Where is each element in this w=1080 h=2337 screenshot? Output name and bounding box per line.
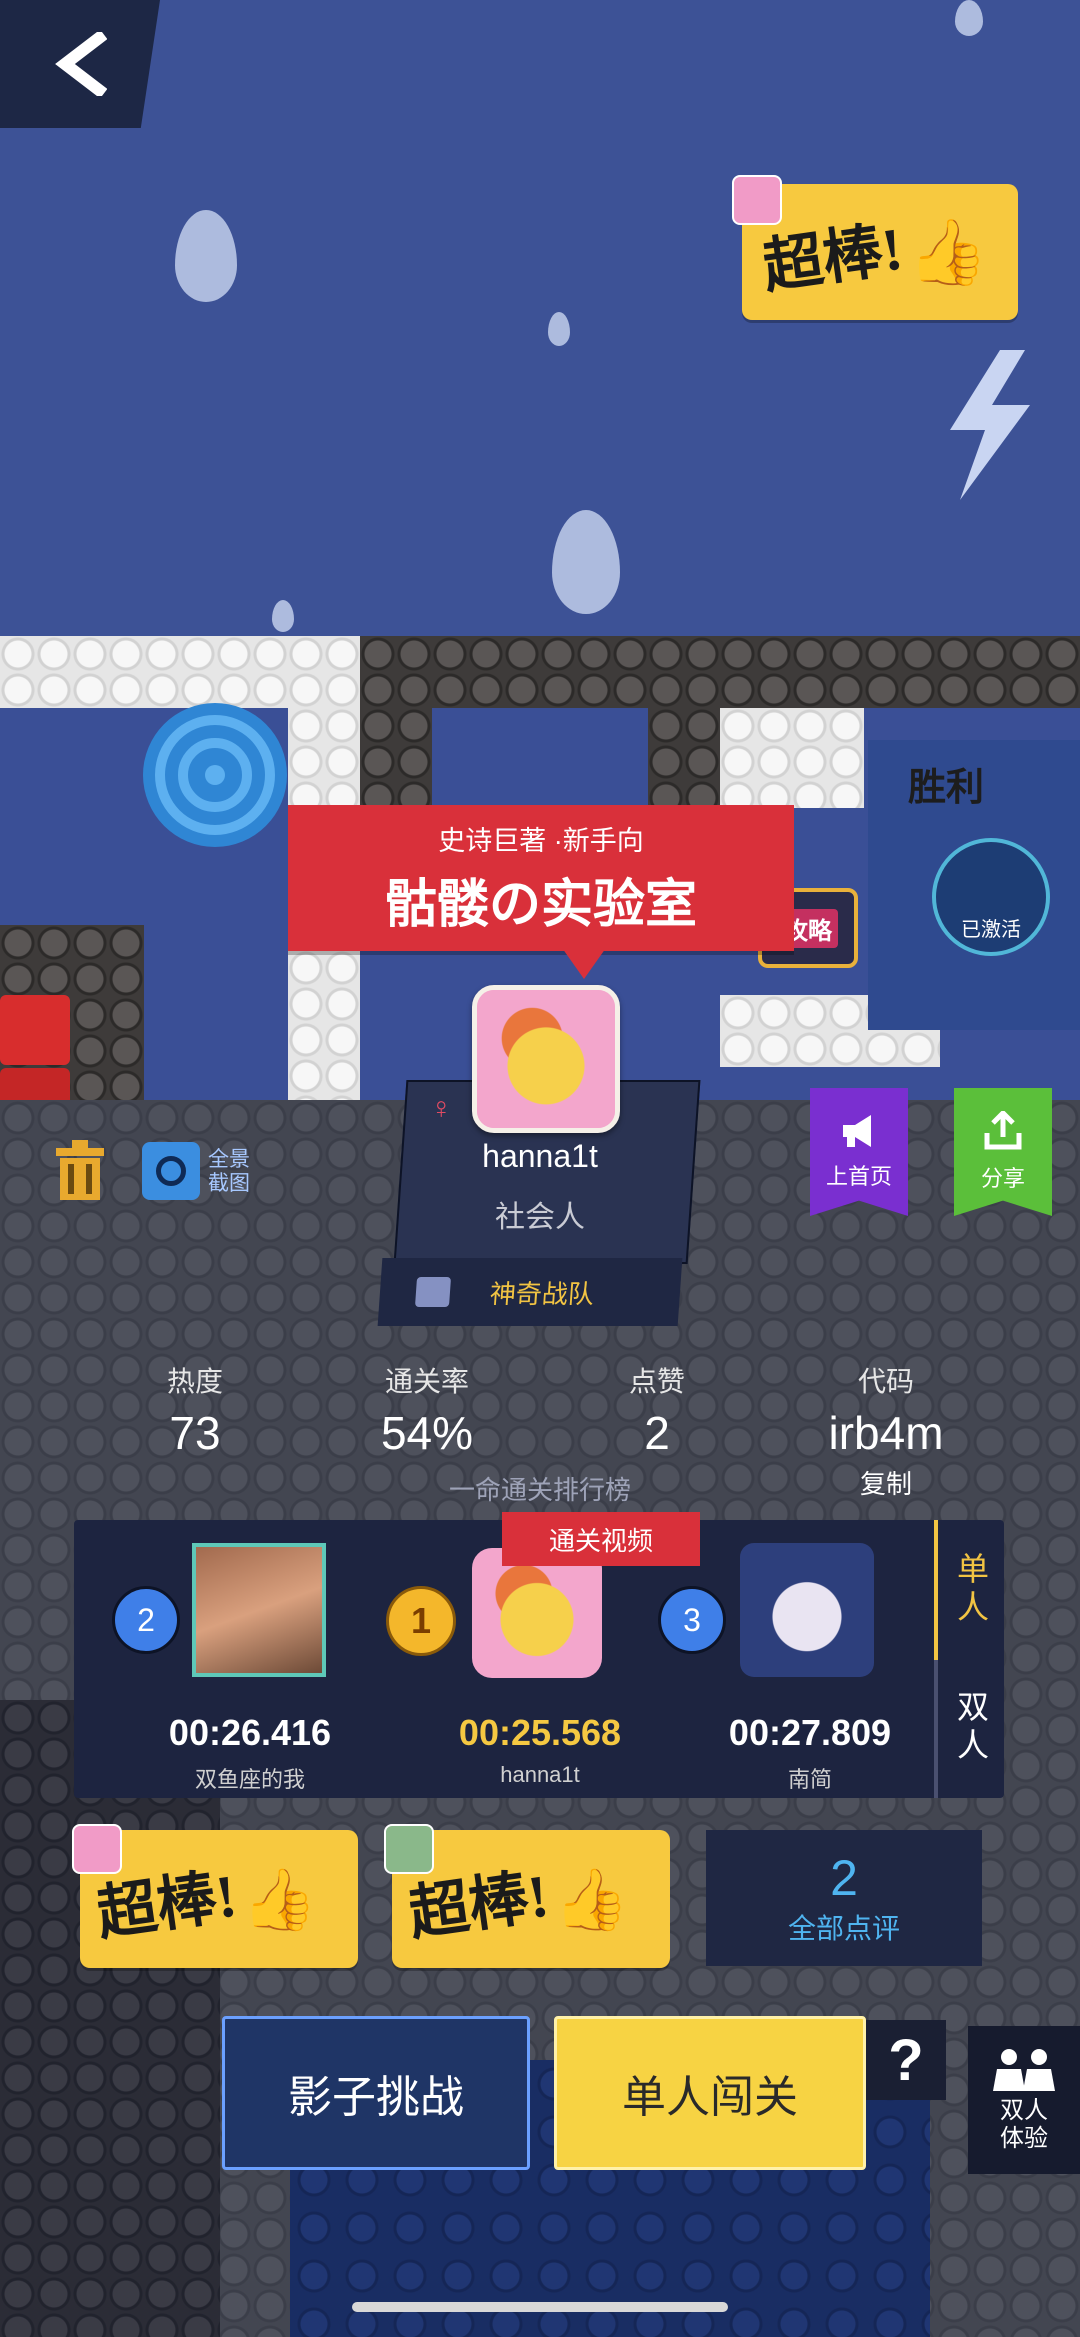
share-label: 分享 [980,1166,1025,1191]
gender-female-icon: ♀ [430,1092,453,1125]
brick-wall [648,708,720,808]
stat-value: irb4m [828,1407,944,1459]
level-subtitle: 史诗巨著 ·新手向 [438,826,644,856]
level-banner: 史诗巨著 ·新手向 骷髅の实验室 [288,805,794,951]
duo-try-label: 双人 体验 [1000,2097,1048,2152]
clear-video-button[interactable]: 通关视频 [502,1512,700,1566]
activated-label: 已激活 [961,919,1021,941]
brick-wall [288,708,360,808]
player-name[interactable]: 双鱼座的我 [140,1762,360,1794]
share-icon [984,1111,1022,1150]
brick-wall [360,708,432,808]
feature-homepage-button[interactable]: 上首页 [810,1088,908,1216]
stat-value: 2 [644,1407,670,1459]
level-title: 骷髅の实验室 [384,876,697,934]
shadow-challenge-button[interactable]: 影子挑战 [222,2016,530,2170]
duo-try-button[interactable]: 双人 体验 [968,2026,1080,2174]
awesome-sticker: 超棒! 👍 [742,184,1018,320]
share-button[interactable]: 分享 [954,1088,1052,1216]
tab-divider [934,1660,938,1798]
stat-label: 点赞 [628,1366,685,1397]
stat-value: 73 [169,1407,221,1459]
player-name[interactable]: 南简 [700,1762,920,1794]
player-time: 00:25.568 [458,1712,622,1753]
rank-badge: 2 [112,1586,180,1654]
stat-value: 54% [380,1407,474,1459]
back-button[interactable] [0,0,160,128]
megaphone-icon [843,1115,871,1147]
lightning-icon [950,350,1030,500]
sticker-avatar [732,175,782,225]
swirl-portal-icon [143,703,287,847]
two-players-icon [993,2049,1055,2091]
author-name: hanna1t [482,1138,598,1174]
sticker-avatar [72,1824,122,1874]
review-label: 全部点评 [787,1913,900,1944]
home-indicator[interactable] [352,2302,728,2312]
author-rank: 社会人 [495,1201,585,1234]
author-team-bar[interactable]: 神奇战队 [377,1258,683,1326]
rank-badge: 3 [658,1586,726,1654]
player-avatar[interactable] [740,1543,874,1677]
stat-label: 热度 [166,1366,223,1397]
shadow-challenge-label: 影子挑战 [288,2073,464,2122]
raindrop [955,0,983,36]
raindrop [272,600,294,632]
panorama-screenshot-label[interactable]: 全景 截图 [208,1148,250,1196]
stat-label: 通关率 [384,1366,469,1397]
team-badge-icon [414,1277,452,1307]
solo-play-button[interactable]: 单人闯关 [554,2016,866,2170]
all-reviews-button[interactable]: 2 全部点评 [706,1830,982,1966]
stat-heat: 热度 73 [130,1360,260,1460]
author-avatar[interactable] [472,985,620,1133]
leaderboard-title: 一命通关排行榜 [448,1475,631,1505]
player-name[interactable]: hanna1t [420,1762,660,1788]
brick-wall [288,950,360,1100]
sticker-avatar [384,1824,434,1874]
sky-background [0,0,1080,640]
player-avatar[interactable] [192,1543,326,1677]
chevron-left-icon [55,32,107,96]
feature-label: 上首页 [825,1164,892,1189]
player-avatar[interactable] [472,1548,602,1678]
gold-medal-icon: 1 [386,1586,456,1656]
sign-text: 胜利 [908,767,985,809]
red-block-enemy [0,995,70,1065]
trash-icon[interactable] [52,1138,108,1202]
player-time: 00:27.809 [728,1712,892,1753]
help-icon: ? [888,2027,924,2093]
stat-label: 代码 [857,1366,914,1397]
thumbs-up-icon: 👍 [241,1866,317,1933]
thumbs-up-icon: 👍 [907,216,988,288]
team-name: 神奇战队 [488,1278,595,1309]
solo-play-label: 单人闯关 [622,2073,798,2122]
banner-tail [560,945,608,979]
brick-platform [0,636,360,708]
help-button[interactable]: ? [866,2020,946,2100]
stat-clear-rate: 通关率 54% [362,1360,492,1460]
activated-badge[interactable]: 已激活 [932,838,1050,956]
review-count: 2 [830,1850,858,1906]
camera-icon[interactable] [142,1142,200,1200]
thumbs-up-icon: 👍 [553,1866,629,1933]
tab-duo[interactable]: 双人 [950,1688,996,1764]
tab-indicator [934,1520,938,1660]
clear-video-label: 通关视频 [548,1525,653,1556]
stat-likes: 点赞 2 [592,1360,722,1460]
brick-platform [360,636,1080,708]
brick-wall [720,708,864,808]
raindrop [548,312,570,346]
player-time: 00:26.416 [168,1712,332,1753]
tab-solo[interactable]: 单人 [950,1550,996,1626]
